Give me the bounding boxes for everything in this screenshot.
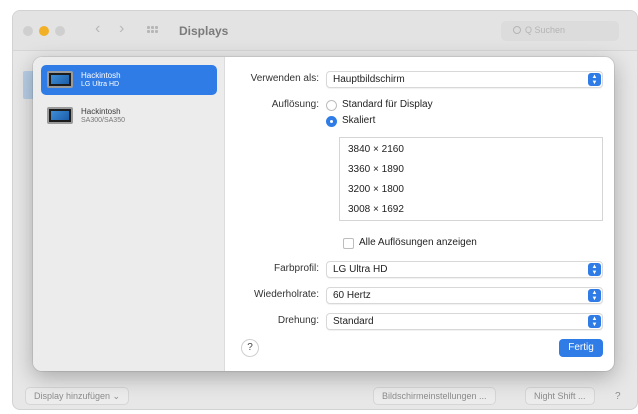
popup-arrows-icon: ▲ ▼ [588, 289, 601, 302]
refresh-rate-popup[interactable]: 60 Hertz ▲ ▼ [326, 287, 603, 304]
screen-settings-button[interactable]: Bildschirmeinstellungen ... [373, 387, 496, 405]
minimize-window-button[interactable] [39, 26, 49, 36]
sidebar-item-subtitle: LG Ultra HD [81, 81, 120, 88]
help-button[interactable]: ? [241, 339, 259, 357]
popup-arrows-icon: ▲ ▼ [588, 315, 601, 328]
radio-button[interactable] [326, 100, 337, 111]
resolution-list[interactable]: 3840 × 2160 3360 × 1890 3200 × 1800 3008… [339, 137, 603, 221]
list-item[interactable]: 3360 × 1890 [340, 160, 602, 180]
window-title: Displays [179, 24, 229, 38]
radio-button-selected[interactable] [326, 116, 337, 127]
sidebar-item-name: Hackintosh [81, 107, 121, 116]
help-bottom-button[interactable]: ? [615, 391, 621, 402]
close-window-button[interactable] [23, 26, 33, 36]
resolution-label: Auflösung: [271, 99, 319, 110]
search-icon [513, 26, 521, 34]
use-as-value: Hauptbildschirm [333, 74, 405, 85]
sidebar-item-sa300[interactable]: Hackintosh SA300/SA350 [41, 101, 217, 131]
sidebar-item-lg-ultra-hd[interactable]: Hackintosh LG Ultra HD [41, 65, 217, 95]
refresh-rate-label: Wiederholrate: [253, 289, 319, 300]
show-all-grid-icon[interactable] [147, 26, 159, 36]
show-all-resolutions-checkbox[interactable] [343, 238, 354, 249]
zoom-window-button[interactable] [55, 26, 65, 36]
color-profile-popup[interactable]: LG Ultra HD ▲ ▼ [326, 261, 603, 278]
rotation-label: Drehung: [277, 315, 319, 326]
list-item[interactable]: 3840 × 2160 [340, 140, 602, 160]
monitor-icon [47, 107, 73, 124]
night-shift-button[interactable]: Night Shift ... [525, 387, 595, 405]
show-all-resolutions-label: Alle Auflösungen anzeigen [359, 237, 477, 248]
radio-label: Standard für Display [342, 99, 433, 110]
color-profile-value: LG Ultra HD [333, 264, 388, 275]
color-profile-label: Farbprofil: [273, 263, 319, 274]
rotation-value: Standard [333, 316, 374, 327]
search-field[interactable]: Q Suchen [501, 21, 619, 41]
sidebar-item-name: Hackintosh [81, 71, 121, 80]
back-arrow-icon[interactable]: ‹ [95, 20, 100, 38]
title-bar: ‹ › Displays Q Suchen [13, 11, 637, 51]
monitor-icon [47, 71, 73, 88]
radio-label: Skaliert [342, 115, 376, 126]
sidebar-item-subtitle: SA300/SA350 [81, 117, 125, 124]
forward-arrow-icon[interactable]: › [119, 20, 124, 38]
list-item[interactable]: 3008 × 1692 [340, 200, 602, 220]
refresh-rate-value: 60 Hertz [333, 290, 371, 301]
done-button[interactable]: Fertig [559, 339, 603, 357]
rotation-popup[interactable]: Standard ▲ ▼ [326, 313, 603, 330]
popup-arrows-icon: ▲ ▼ [588, 73, 601, 86]
use-as-popup[interactable]: Hauptbildschirm ▲ ▼ [326, 71, 603, 88]
search-placeholder: Q Suchen [525, 25, 566, 35]
display-settings-sheet: Hackintosh LG Ultra HD Hackintosh SA300/… [33, 57, 614, 371]
bottom-toolbar: Display hinzufügen ⌄ Bildschirmeinstellu… [13, 383, 637, 409]
popup-arrows-icon: ▲ ▼ [588, 263, 601, 276]
list-item[interactable]: 3200 × 1800 [340, 180, 602, 200]
display-sidebar: Hackintosh LG Ultra HD Hackintosh SA300/… [33, 57, 225, 371]
use-as-label: Verwenden als: [250, 73, 319, 84]
add-display-button[interactable]: Display hinzufügen ⌄ [25, 387, 130, 405]
